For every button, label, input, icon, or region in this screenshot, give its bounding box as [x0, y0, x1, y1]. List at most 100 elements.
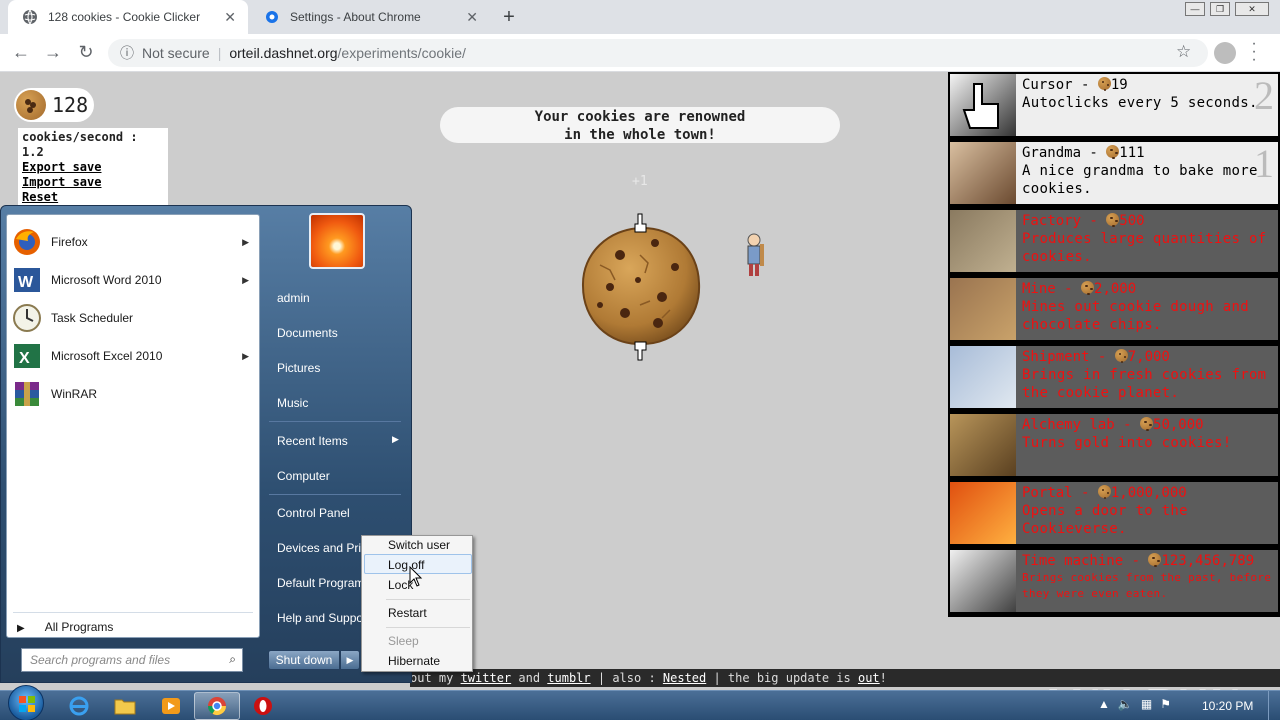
volume-icon[interactable]: 🔈 [1118, 697, 1133, 711]
chrome-menu-icon[interactable]: · · · [1248, 36, 1260, 68]
close-window-button[interactable]: ✕ [1235, 2, 1269, 16]
place-control-panel[interactable]: Control Panel [277, 506, 350, 520]
program-label: WinRAR [51, 387, 98, 401]
place-documents[interactable]: Documents [277, 326, 338, 340]
price-cookie-icon [1097, 77, 1111, 90]
building-store: Cursor - 19 Autoclicks every 5 seconds. 2 G… [948, 72, 1280, 617]
program-excel[interactable]: X Microsoft Excel 2010 ▶ [11, 338, 257, 374]
places-divider [269, 421, 401, 422]
menu-restart[interactable]: Restart [388, 606, 427, 620]
globe-icon [22, 9, 38, 25]
search-placeholder: Search programs and files [30, 653, 171, 667]
show-desktop-button[interactable] [1268, 691, 1280, 720]
all-programs-button[interactable]: ▶ All Programs [17, 620, 113, 634]
store-building[interactable]: Shipment - 7,000 Brings in fresh cookies … [948, 344, 1280, 410]
user-avatar[interactable] [309, 213, 365, 269]
program-task-scheduler[interactable]: Task Scheduler [11, 300, 257, 336]
reload-icon[interactable]: ↻ [75, 42, 97, 63]
big-cookie[interactable] [580, 225, 702, 347]
start-search-input[interactable]: Search programs and files ⌕ [21, 648, 243, 672]
internet-explorer-icon[interactable] [56, 692, 102, 720]
action-center-flag-icon[interactable]: ⚑ [1160, 697, 1171, 711]
building-price: 19 [1110, 77, 1128, 93]
tray-expand-icon[interactable]: ▲ [1098, 697, 1110, 711]
address-bar[interactable]: ⓘ Not secure | orteil.dashnet.org/experi… [108, 39, 1208, 67]
svg-text:W: W [18, 274, 34, 291]
reset-link[interactable]: Reset [22, 190, 164, 205]
chrome-taskbar-icon[interactable] [194, 692, 240, 720]
place-default-programs[interactable]: Default Programs [277, 576, 370, 590]
building-owned-count: 1 [1254, 141, 1274, 186]
store-building[interactable]: Grandma - 111 A nice grandma to bake more… [948, 140, 1280, 206]
place-help-support[interactable]: Help and Support [277, 611, 370, 625]
program-word[interactable]: W Microsoft Word 2010 ▶ [11, 262, 257, 298]
new-tab-button[interactable]: + [498, 6, 520, 29]
firefox-icon [11, 226, 43, 258]
store-building[interactable]: Portal - 1,000,000 Opens a door to the Co… [948, 480, 1280, 546]
minimize-button[interactable]: — [1185, 2, 1205, 16]
building-name-label: Shipment - [1022, 349, 1115, 365]
opera-icon[interactable] [240, 692, 286, 720]
footer-text: | the big update is [706, 671, 858, 685]
back-icon[interactable]: ← [10, 42, 32, 63]
out-link[interactable]: out [858, 671, 880, 685]
store-building[interactable]: Time machine - 123,456,789 Brings cookies… [948, 548, 1280, 614]
building-description: Brings in fresh cookies from the cookie … [1022, 367, 1267, 401]
place-music[interactable]: Music [277, 396, 308, 410]
program-label: Task Scheduler [51, 311, 134, 325]
program-label: Microsoft Word 2010 [51, 273, 162, 287]
tumblr-link[interactable]: tumblr [547, 671, 590, 685]
program-firefox[interactable]: Firefox ▶ [11, 224, 257, 260]
info-icon[interactable]: ⓘ [120, 43, 134, 63]
close-tab-icon[interactable]: ✕ [466, 9, 478, 26]
place-computer[interactable]: Computer [277, 469, 330, 483]
export-save-link[interactable]: Export save [22, 160, 164, 175]
store-building[interactable]: Factory - 500 Produces large quantities o… [948, 208, 1280, 274]
shutdown-button[interactable]: Shut down [268, 650, 340, 670]
explorer-folder-icon[interactable] [102, 692, 148, 720]
place-pictures[interactable]: Pictures [277, 361, 320, 375]
building-price: 50,000 [1153, 417, 1204, 433]
building-info: Grandma - 111 A nice grandma to bake more… [1016, 142, 1278, 204]
menu-hibernate[interactable]: Hibernate [388, 654, 440, 668]
place-admin[interactable]: admin [277, 291, 310, 305]
building-description: Opens a door to the Cookieverse. [1022, 503, 1188, 537]
program-label: Firefox [51, 235, 88, 249]
shutdown-options-button[interactable]: ▶ [340, 650, 360, 670]
building-name-label: Factory - [1022, 213, 1107, 229]
menu-switch-user[interactable]: Switch user [388, 538, 450, 552]
import-save-link[interactable]: Import save [22, 175, 164, 190]
building-info: Mine - 2,000 Mines out cookie dough and c… [1016, 278, 1278, 340]
start-button[interactable] [8, 685, 44, 720]
time-machine-icon [950, 550, 1016, 612]
building-description: Brings cookies from the past, before the… [1022, 571, 1272, 600]
footer-text: | also : [590, 671, 663, 685]
building-description: Autoclicks every 5 seconds. [1022, 95, 1258, 111]
maximize-button[interactable]: ❐ [1210, 2, 1230, 16]
tab-cookie-clicker[interactable]: 128 cookies - Cookie Clicker ✕ [8, 0, 248, 34]
store-building[interactable]: Mine - 2,000 Mines out cookie dough and c… [948, 276, 1280, 342]
tab-settings[interactable]: Settings - About Chrome ✕ [250, 0, 490, 34]
menu-sleep: Sleep [388, 634, 419, 648]
building-name: Factory - 500 [1022, 212, 1272, 230]
media-player-icon[interactable] [148, 692, 194, 720]
store-building[interactable]: Cursor - 19 Autoclicks every 5 seconds. 2 [948, 72, 1280, 138]
close-tab-icon[interactable]: ✕ [224, 9, 236, 26]
price-cookie-icon [1081, 281, 1095, 294]
place-recent-items[interactable]: Recent Items ▶ [277, 434, 401, 448]
building-description: Turns gold into cookies! [1022, 435, 1232, 451]
cookie-count-value: 128 [52, 93, 89, 117]
bookmark-star-icon[interactable]: ☆ [1176, 42, 1191, 62]
store-building[interactable]: Alchemy lab - 50,000 Turns gold into cook… [948, 412, 1280, 478]
building-name: Cursor - 19 [1022, 76, 1272, 94]
network-icon[interactable]: ▦ [1141, 697, 1152, 711]
forward-icon[interactable]: → [42, 42, 64, 63]
building-name: Mine - 2,000 [1022, 280, 1272, 298]
twitter-link[interactable]: twitter [461, 671, 512, 685]
nested-link[interactable]: Nested [663, 671, 706, 685]
building-info: Cursor - 19 Autoclicks every 5 seconds. 2 [1016, 74, 1278, 136]
plus-one-popup: +1 [632, 174, 648, 189]
profile-avatar[interactable] [1214, 42, 1236, 64]
taskbar-clock[interactable]: 10:20 PM [1202, 699, 1253, 713]
program-winrar[interactable]: WinRAR [11, 376, 257, 412]
